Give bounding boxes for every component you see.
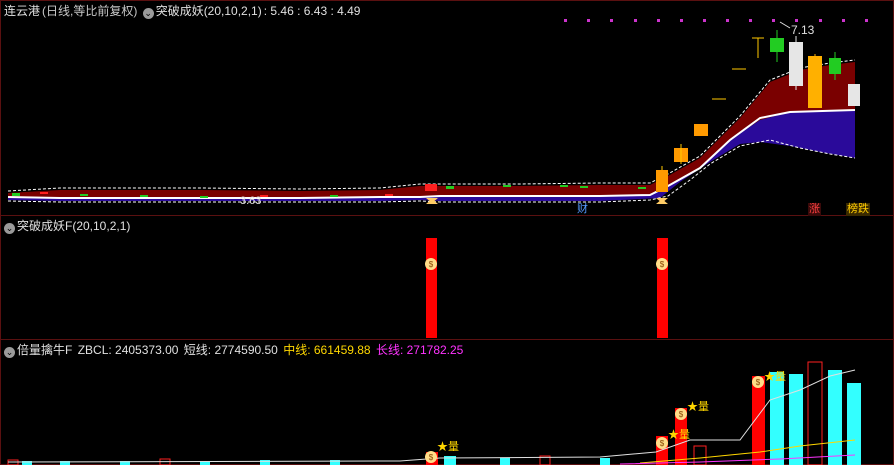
long-line-volume (619, 454, 856, 465)
svg-text:$: $ (756, 378, 761, 387)
marker-bang: 榜跌 (846, 203, 870, 216)
volume-bars (7, 361, 861, 465)
upper-dashed-line (7, 59, 856, 192)
svg-text:$: $ (429, 453, 434, 462)
short-line (7, 369, 856, 463)
volume-star-mark: ★量 (668, 429, 690, 441)
signal-bar (657, 238, 668, 338)
marker-cai: 财 (577, 203, 588, 215)
high-leader-line (779, 21, 791, 29)
svg-text:$: $ (429, 260, 434, 269)
chart-canvas[interactable]: 7.13 3.63 $ $ $ $ $ $ (0, 0, 894, 465)
mid-line-volume (639, 439, 856, 464)
volume-star-mark: ★量 (687, 401, 709, 413)
dotted-signal-row (564, 19, 868, 22)
money-bag-icon: $ (656, 258, 668, 270)
hourglass-icon (656, 198, 668, 204)
low-price-label: 3.63 (240, 195, 261, 207)
svg-text:$: $ (660, 260, 665, 269)
marker-zhang: 涨 (808, 203, 821, 216)
money-bag-icon: $ (425, 258, 437, 270)
svg-text:$: $ (660, 439, 665, 448)
volume-star-mark: ★量 (437, 441, 459, 453)
high-price-label: 7.13 (791, 23, 815, 37)
signal-bar (426, 238, 437, 338)
upper-band (8, 62, 855, 198)
svg-text:$: $ (679, 410, 684, 419)
hourglass-icon (426, 198, 438, 204)
volume-star-mark: ★量 (764, 371, 786, 383)
